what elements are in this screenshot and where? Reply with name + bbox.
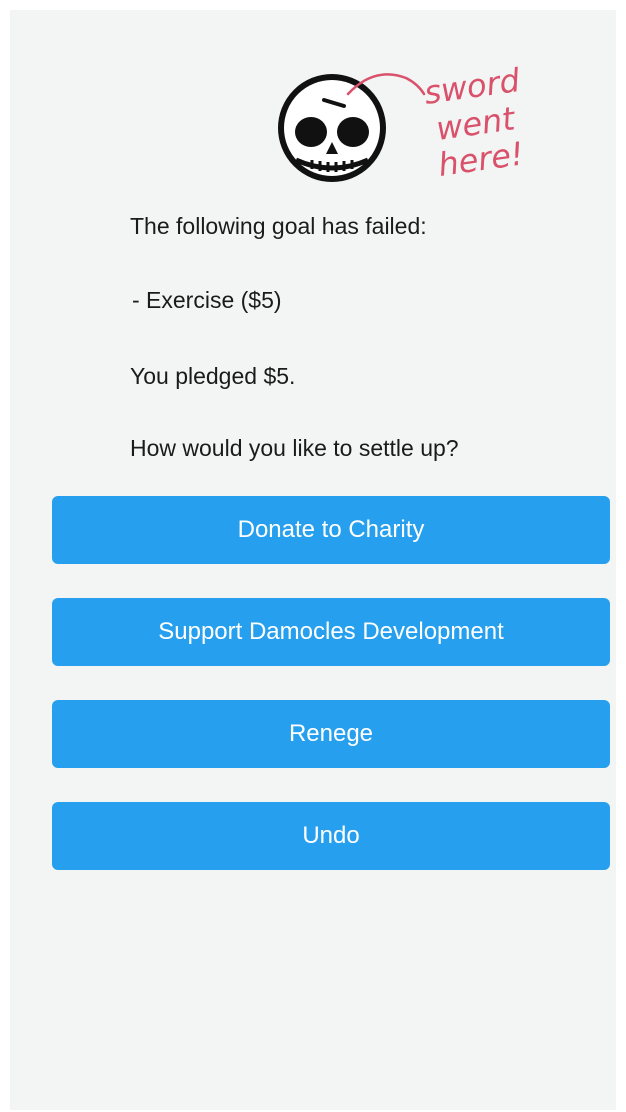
- pledge-text: You pledged $5.: [130, 363, 296, 389]
- failed-heading: The following goal has failed:: [130, 213, 427, 239]
- settle-question: How would you like to settle up?: [130, 435, 459, 461]
- support-development-button[interactable]: Support Damocles Development: [52, 598, 610, 666]
- undo-button[interactable]: Undo: [52, 802, 610, 870]
- renege-button[interactable]: Renege: [52, 700, 610, 768]
- sword-annotation: sword went here!: [346, 61, 526, 184]
- annotation-arrow: [346, 73, 426, 96]
- donate-to-charity-button[interactable]: Donate to Charity: [52, 496, 610, 564]
- failed-goal-item: - Exercise ($5): [132, 287, 282, 313]
- failed-goal-screen: sword went here! The following goal has …: [10, 10, 616, 1110]
